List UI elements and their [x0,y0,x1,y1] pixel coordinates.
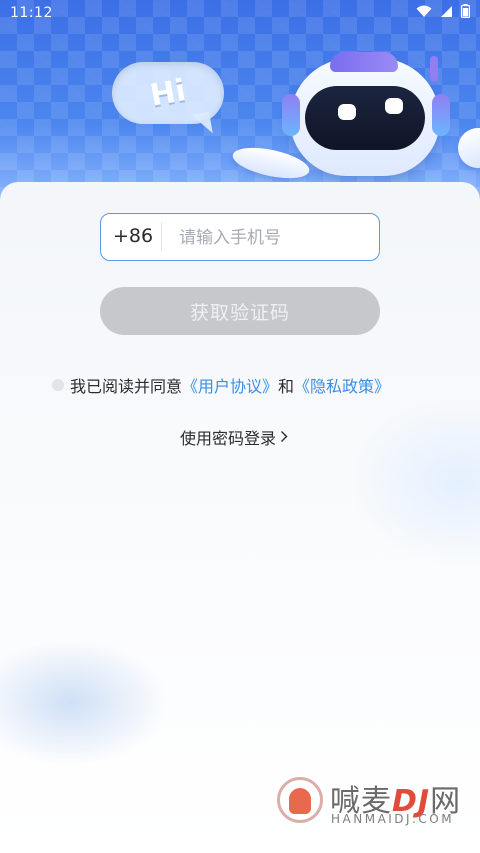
country-code[interactable]: +86 [113,214,153,259]
watermark-subtitle: HANMAIDJ.COM [331,812,455,826]
password-login-link[interactable]: 使用密码登录 [180,425,288,449]
agreement-row: 我已阅读并同意 《用户协议》 和 《隐私政策》 [52,373,390,397]
divider [161,222,162,251]
chevron-right-icon [276,428,288,447]
status-bar: 11:12 [0,0,480,26]
watermark-logo [277,777,323,823]
agreement-checkbox[interactable] [52,379,64,391]
phone-input-box[interactable]: +86 [100,213,380,261]
privacy-policy-link[interactable]: 《隐私政策》 [294,373,390,397]
agreement-text: 我已阅读并同意 [70,377,183,396]
battery-icon [461,4,470,18]
login-sheet [0,182,480,853]
status-icons [416,4,470,18]
hero-banner: 11:12 Hi [0,0,480,205]
signal-icon [440,5,453,18]
status-time: 11:12 [10,5,53,21]
robot-antenna [430,56,438,82]
get-code-button[interactable]: 获取验证码 [100,287,380,335]
and-text: 和 [278,377,295,396]
robot-eye-right [385,98,403,114]
speech-bubble: Hi [112,62,224,124]
robot-ear-left [282,94,300,136]
user-agreement-link[interactable]: 《用户协议》 [182,373,278,397]
robot-top-band [330,52,398,72]
floating-disc [452,122,480,174]
wifi-icon [416,5,432,18]
robot-eye-left [338,104,356,120]
watermark-logo-figure [289,788,311,814]
robot-ear-right [432,94,450,136]
password-login-label: 使用密码登录 [180,429,277,448]
robot-visor [305,86,425,150]
phone-input[interactable] [177,216,371,259]
